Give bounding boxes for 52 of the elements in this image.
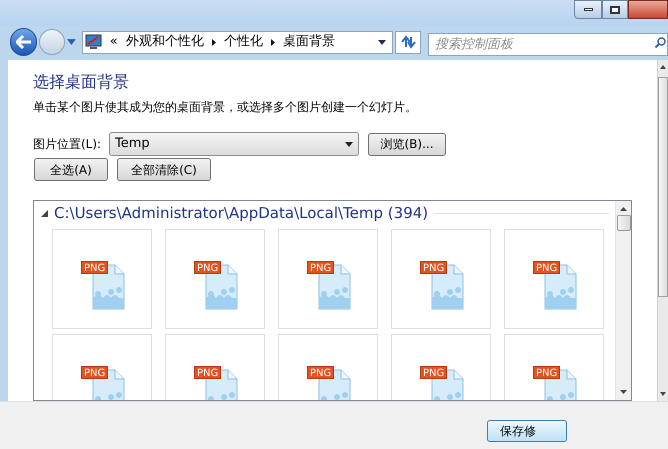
scrollbar[interactable] <box>657 60 668 401</box>
search-icon[interactable] <box>654 36 666 48</box>
scroll-thumb[interactable] <box>616 215 630 231</box>
breadcrumb-item[interactable]: 外观和个性化 <box>126 32 204 52</box>
scrollbar[interactable] <box>615 201 631 400</box>
file-type-badge: PNG <box>194 366 222 379</box>
picture-tile[interactable]: PNG <box>278 229 378 329</box>
chevron-icon[interactable] <box>212 38 216 46</box>
maximize-button[interactable] <box>602 0 628 19</box>
page-heading: 选择桌面背景 <box>33 71 130 93</box>
file-type-badge: PNG <box>81 261 108 274</box>
breadcrumb-item[interactable]: 个性化 <box>224 32 263 52</box>
file-type-badge: PNG <box>533 261 560 274</box>
minimize-button[interactable] <box>574 0 602 19</box>
clear-all-button[interactable]: 全部清除(C) <box>117 158 211 181</box>
close-button[interactable] <box>628 0 668 19</box>
file-type-badge: PNG <box>420 366 448 379</box>
picture-tile[interactable]: PNG <box>391 229 491 329</box>
chevron-icon[interactable] <box>270 38 275 46</box>
dropdown-icon <box>345 142 353 146</box>
search-field[interactable]: 搜索控制面板 <box>428 32 668 56</box>
breadcrumb-item[interactable]: 桌面背景 <box>282 32 335 52</box>
picture-tile[interactable]: PNG <box>52 229 152 329</box>
file-type-badge: PNG <box>420 261 448 274</box>
dropdown-icon[interactable] <box>378 40 386 44</box>
scroll-up-icon[interactable] <box>660 65 666 69</box>
file-type-badge: PNG <box>194 261 222 274</box>
back-arrow-icon <box>16 35 32 49</box>
browse-button[interactable]: 浏览(B)... <box>368 132 446 156</box>
group-title[interactable]: C:\Users\Administrator\AppData\Local\Temp (394) <box>54 202 428 224</box>
scroll-down-icon[interactable] <box>660 392 666 396</box>
description-text: 单击某个图片使其成为您的桌面背景，或选择多个图片创建一个幻灯片。 <box>33 99 418 116</box>
back-button[interactable] <box>10 28 38 56</box>
file-type-badge: PNG <box>307 366 334 379</box>
scroll-up-icon[interactable] <box>620 207 627 211</box>
scroll-thumb[interactable] <box>658 77 668 297</box>
picture-tile[interactable]: PNG <box>165 229 265 329</box>
monitor-icon <box>84 34 102 50</box>
scroll-down-icon[interactable] <box>620 390 627 394</box>
refresh-icon <box>400 35 416 49</box>
picture-tile[interactable]: PNG <box>504 229 604 329</box>
address-bar[interactable]: « 外观和个性化 个性化 桌面背景 <box>82 30 394 54</box>
select-all-button[interactable]: 全选(A) <box>34 158 108 181</box>
file-type-badge: PNG <box>81 366 108 379</box>
collapse-icon[interactable] <box>41 210 48 216</box>
file-type-badge: PNG <box>533 366 560 379</box>
file-type-badge: PNG <box>307 261 334 274</box>
breadcrumb-overflow[interactable]: « <box>110 32 118 52</box>
location-dropdown[interactable]: Temp <box>109 132 359 156</box>
location-label: 图片位置(L): <box>33 136 102 153</box>
save-button[interactable]: 保存修 <box>487 420 567 442</box>
refresh-button[interactable] <box>395 30 421 54</box>
